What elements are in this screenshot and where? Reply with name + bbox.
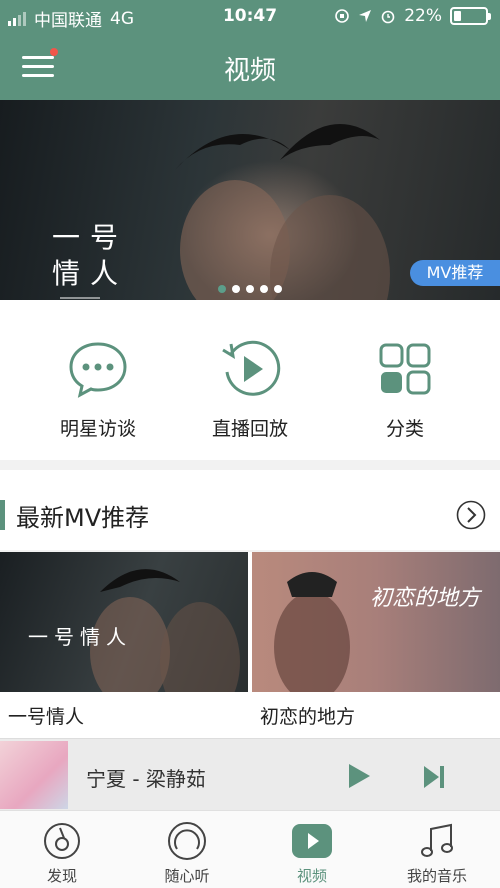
carousel-dot[interactable] (260, 285, 268, 293)
status-bar: 中国联通 4G 10:47 22% (0, 0, 500, 34)
alarm-icon (381, 10, 395, 24)
carousel-dot[interactable] (218, 285, 226, 293)
mv-thumbnail: 一号情人 (0, 552, 248, 692)
carousel-indicator[interactable] (0, 285, 500, 293)
tab-video[interactable]: 视频 (262, 821, 362, 886)
video-icon (292, 824, 332, 858)
orientation-lock-icon (335, 9, 350, 23)
carousel-dot[interactable] (232, 285, 240, 293)
mv-card-list: 一号情人 一号情人 王一浩 初恋的地方 初恋的地方 张信哲 (0, 552, 500, 747)
album-cover[interactable] (0, 741, 68, 809)
mv-thumbnail-caption: 一号情人 (28, 625, 132, 649)
category-grid-icon (379, 343, 431, 395)
battery-percent: 22% (404, 6, 442, 26)
location-icon (359, 10, 372, 22)
mv-title: 初恋的地方 (260, 706, 356, 728)
next-track-icon[interactable] (422, 765, 446, 789)
carousel-dot[interactable] (246, 285, 254, 293)
discover-icon (44, 823, 80, 859)
chat-bubble-icon (69, 342, 127, 398)
section-title: 最新MV推荐 (16, 504, 150, 532)
quick-action-category[interactable]: 分类 (335, 340, 475, 441)
mv-recommend-badge: MV推荐 (410, 260, 500, 286)
tab-label: 视频 (296, 867, 327, 885)
quick-action-label: 分类 (385, 418, 424, 440)
mini-player[interactable]: 宁夏 - 梁静茹 (0, 738, 500, 810)
quick-action-label: 明星访谈 (59, 418, 136, 440)
banner-title-line1: 一号 (52, 221, 129, 254)
section-accent-bar (0, 500, 5, 530)
battery-icon (450, 7, 491, 25)
quick-action-interviews[interactable]: 明星访谈 (28, 340, 168, 441)
tab-discover[interactable]: 发现 (12, 821, 112, 886)
tab-radio[interactable]: 随心听 (137, 821, 237, 886)
tab-bar: 发现 随心听 视频 我的音乐 (0, 810, 500, 888)
quick-action-label: 直播回放 (211, 418, 288, 440)
section-header: 最新MV推荐 (0, 470, 500, 550)
carousel-dot[interactable] (274, 285, 282, 293)
tab-label: 发现 (46, 867, 77, 885)
replay-icon (222, 340, 281, 396)
mv-banner[interactable]: 一号 情人 MV推荐 (0, 100, 500, 300)
tab-label: 我的音乐 (406, 867, 467, 885)
mv-title: 一号情人 (8, 706, 85, 728)
mv-card[interactable]: 一号情人 一号情人 王一浩 (0, 552, 248, 747)
radio-icon (168, 822, 206, 860)
mv-thumbnail: 初恋的地方 (252, 552, 500, 692)
tab-my-music[interactable]: 我的音乐 (387, 821, 487, 886)
play-icon[interactable] (346, 763, 372, 789)
mv-thumbnail-caption: 初恋的地方 (370, 586, 481, 611)
chevron-right-icon[interactable] (456, 500, 486, 530)
nav-bar: 视频 (0, 34, 500, 100)
tab-label: 随心听 (164, 867, 210, 885)
quick-action-replay[interactable]: 直播回放 (180, 340, 320, 441)
quick-actions: 明星访谈 直播回放 分类 (0, 300, 500, 460)
page-title: 视频 (223, 56, 276, 86)
music-note-icon (421, 823, 453, 857)
now-playing-track: 宁夏 - 梁静茹 (86, 767, 206, 791)
mv-card[interactable]: 初恋的地方 初恋的地方 张信哲 (252, 552, 500, 747)
